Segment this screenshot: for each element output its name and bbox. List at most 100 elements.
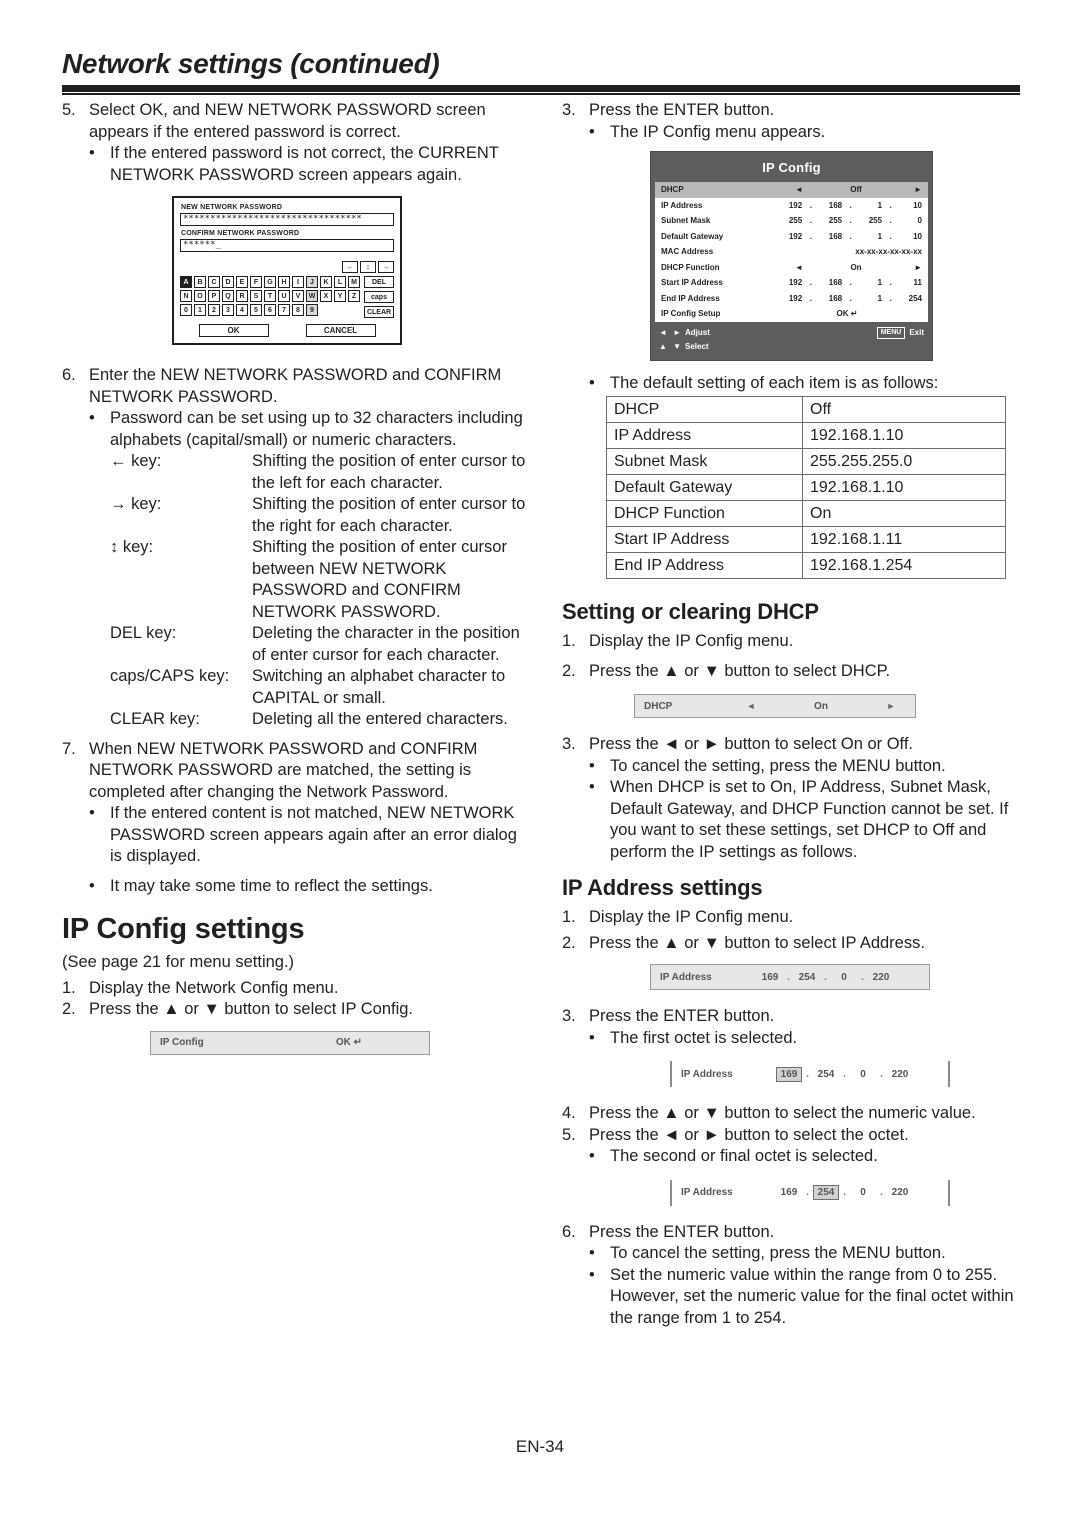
key-K[interactable]: K [320,276,332,288]
osd-row-dhcp[interactable]: DHCP ◄ Off ► [655,182,928,198]
key-Z[interactable]: Z [348,290,360,302]
octet-3[interactable]: 0 [850,1186,876,1199]
octet-1[interactable]: 169 [776,1066,802,1082]
key-B[interactable]: B [194,276,206,288]
ipaddr-step-1-text: Display the IP Config menu. [589,908,794,926]
key-O[interactable]: O [194,290,206,302]
key-G[interactable]: G [264,276,276,288]
ip-address-bar[interactable]: IP Address 169 . 254 . 0 . 220 [670,1179,950,1206]
key-D[interactable]: D [222,276,234,288]
key-1[interactable]: 1 [194,304,206,316]
octet-3: 1 [877,278,883,288]
dhcp-step-2: 2. Press the ▲ or ▼ button to select DHC… [562,661,1022,683]
osd-row-label: IP Address [661,200,703,210]
key-help-desc: Deleting the character in the position o… [252,624,520,664]
key-5[interactable]: 5 [250,304,262,316]
key-S[interactable]: S [250,290,262,302]
arrow-right-icon[interactable]: → [378,261,394,273]
key-6[interactable]: 6 [264,304,276,316]
osd-row-start-ip-address[interactable]: Start IP Address 192 . 168 . 1 . 11 [655,275,928,291]
osd-row-default-gateway[interactable]: Default Gateway 192 . 168 . 1 . 10 [655,229,928,245]
step-5-number: 5. [62,101,76,119]
cancel-button[interactable]: CANCEL [305,324,376,337]
key-P[interactable]: P [208,290,220,302]
caps-key-button[interactable]: caps [364,291,394,303]
arrow-right-icon[interactable]: ► [904,185,922,194]
ipaddr-step-6-bullet-1-text: To cancel the setting, press the MENU bu… [610,1244,946,1262]
octet-4[interactable]: 220 [887,1068,913,1081]
key-I[interactable]: I [292,276,304,288]
key-9[interactable]: 9 [306,304,318,316]
key-C[interactable]: C [208,276,220,288]
key-3[interactable]: 3 [222,304,234,316]
confirm-password-field[interactable]: ******_ [180,239,394,252]
dhcp-bar-value: On [814,700,828,712]
octet-3[interactable]: 0 [850,1068,876,1081]
ipaddr-step-5-number: 5. [562,1125,576,1144]
octet-2[interactable]: 254 [794,971,820,984]
key-0[interactable]: 0 [180,304,192,316]
osd-row-end-ip-address[interactable]: End IP Address 192 . 168 . 1 . 254 [655,291,928,307]
octet-4[interactable]: 220 [868,971,894,984]
ip-address-bar[interactable]: IP Address 169 . 254 . 0 . 220 [650,964,930,990]
dhcp-step-1-number: 1. [562,632,576,650]
osd-row-subnet-mask[interactable]: Subnet Mask 255 . 255 . 255 . 0 [655,213,928,229]
key-4[interactable]: 4 [236,304,248,316]
arrow-right-icon[interactable]: ► [876,701,906,711]
arrow-updown-icon[interactable]: ↕ [360,261,376,273]
key-U[interactable]: U [278,290,290,302]
ip-address-bar-label: IP Address [681,1068,733,1080]
ip-address-bar[interactable]: IP Address 169 . 254 . 0 . 220 [670,1061,950,1087]
key-N[interactable]: N [180,290,192,302]
octet-1[interactable]: 169 [776,1186,802,1199]
key-R[interactable]: R [236,290,248,302]
key-8[interactable]: 8 [292,304,304,316]
key-J[interactable]: J [306,276,318,288]
key-F[interactable]: F [250,276,262,288]
osd-row-dhcp-function[interactable]: DHCP Function ◄ On ► [655,260,928,276]
left-column: 5. Select OK, and NEW NETWORK PASSWORD s… [62,100,532,1055]
osd-row-ip-config-setup[interactable]: IP Config Setup OK ↵ [655,306,928,322]
octet-separator: . [849,231,852,241]
clear-key-button[interactable]: CLEAR [364,306,394,318]
octet-2[interactable]: 254 [813,1185,839,1200]
arrow-right-icon[interactable]: ► [904,263,922,272]
key-H[interactable]: H [278,276,290,288]
key-T[interactable]: T [264,290,276,302]
arrow-left-icon[interactable]: ◄ [790,185,808,194]
dialog-actions: OK CANCEL [180,324,394,337]
bullet-dot-icon: • [89,876,95,895]
key-help-desc: Switching an alphabet character to CAPIT… [252,667,506,707]
key-E[interactable]: E [236,276,248,288]
octet-4: 10 [913,231,922,241]
bullet-dot-icon: • [589,1028,595,1047]
key-L[interactable]: L [334,276,346,288]
key-V[interactable]: V [292,290,304,302]
key-A[interactable]: A [180,276,192,288]
key-X[interactable]: X [320,290,332,302]
key-Q[interactable]: Q [222,290,234,302]
key-W[interactable]: W [306,290,318,302]
octet-4[interactable]: 220 [887,1186,913,1199]
key-M[interactable]: M [348,276,360,288]
arrow-left-icon[interactable]: ◄ [736,701,766,711]
arrow-left-icon[interactable]: ← [342,261,358,273]
octet-3[interactable]: 0 [831,971,857,984]
osd-row-ip-address[interactable]: IP Address 192 . 168 . 1 . 10 [655,198,928,214]
new-password-field[interactable]: ********************************* [180,213,394,226]
table-cell-value: On [802,500,1006,527]
ok-button[interactable]: OK [198,324,269,337]
osd-row-value: On [850,262,862,272]
arrow-left-icon[interactable]: ◄ [790,263,808,272]
octet-1[interactable]: 169 [757,971,783,984]
step-7-bullet-1: • If the entered content is not matched,… [62,803,532,868]
del-key-button[interactable]: DEL [364,276,394,288]
key-2[interactable]: 2 [208,304,220,316]
osd-row-label: End IP Address [661,293,720,303]
key-7[interactable]: 7 [278,304,290,316]
ip-config-bar[interactable]: IP Config OK ↵ [150,1030,430,1055]
key-Y[interactable]: Y [334,290,346,302]
dhcp-section-heading: Setting or clearing DHCP [562,599,819,624]
octet-2[interactable]: 254 [813,1068,839,1081]
dhcp-bar[interactable]: DHCP ◄ On ► [634,694,916,718]
